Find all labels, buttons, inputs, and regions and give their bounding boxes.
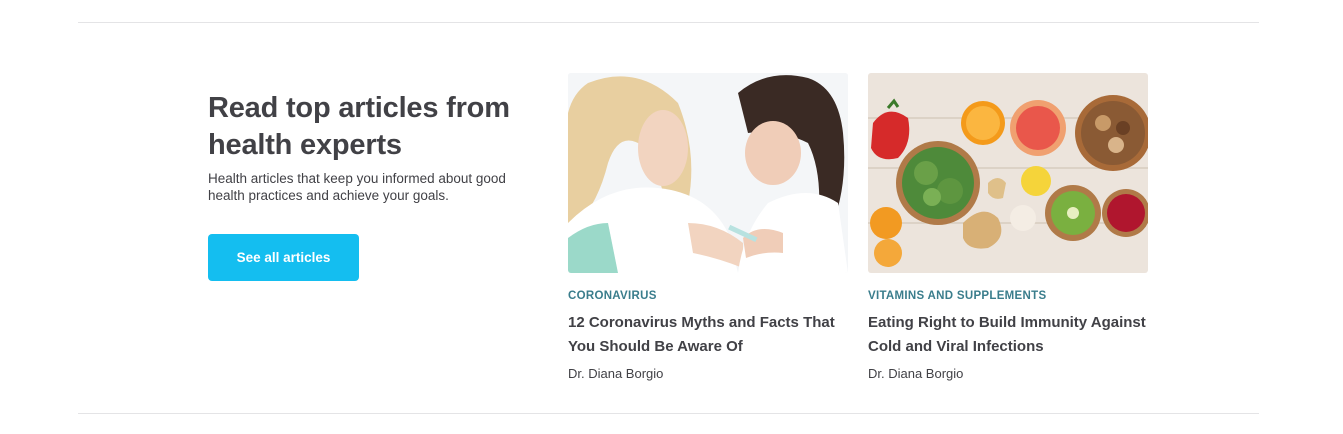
section-description: Health articles that keep you informed a…	[208, 171, 506, 203]
article-card[interactable]: VITAMINS AND SUPPLEMENTS Eating Right to…	[868, 73, 1148, 382]
article-author: Dr. Diana Borgio	[568, 366, 664, 381]
article-author: Dr. Diana Borgio	[868, 366, 964, 381]
article-category[interactable]: CORONAVIRUS	[568, 289, 848, 303]
articles-section: Read top articles from health experts He…	[0, 0, 1343, 434]
top-divider	[78, 22, 1259, 23]
section-intro: Read top articles from health experts He…	[208, 90, 538, 204]
article-category[interactable]: VITAMINS AND SUPPLEMENTS	[868, 289, 1148, 303]
bottom-divider	[78, 413, 1259, 414]
see-all-articles-button[interactable]: See all articles	[208, 234, 359, 281]
section-heading: Read top articles from health experts	[208, 92, 510, 161]
article-title[interactable]: Eating Right to Build Immunity Against C…	[868, 311, 1148, 359]
article-image-food[interactable]	[868, 73, 1148, 273]
article-title[interactable]: 12 Coronavirus Myths and Facts That You …	[568, 311, 848, 359]
article-image-vaccine[interactable]	[568, 73, 848, 273]
article-card[interactable]: CORONAVIRUS 12 Coronavirus Myths and Fac…	[568, 73, 848, 382]
